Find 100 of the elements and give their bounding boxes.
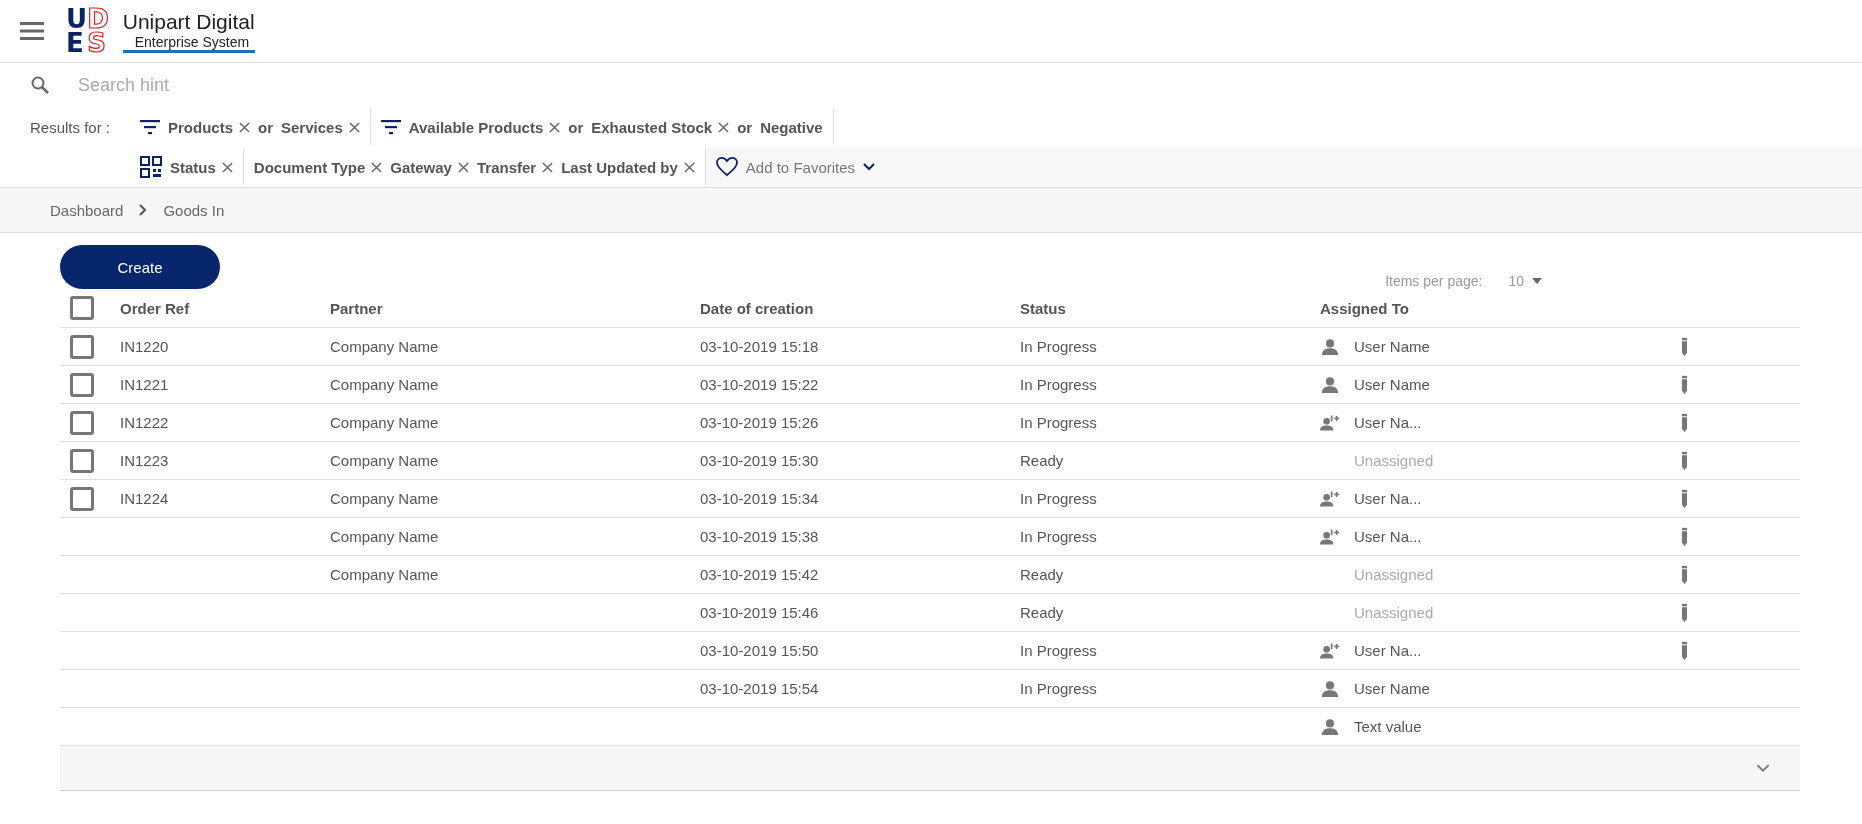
pencil-icon[interactable] xyxy=(1680,374,1689,395)
favorites-link[interactable]: Add to Favorites xyxy=(745,158,856,176)
status-cell: In Progress xyxy=(1020,528,1097,545)
logo-subtitle: Enterprise System xyxy=(122,33,255,53)
assignee-cell: User Na... xyxy=(1354,528,1422,545)
partner-cell: Company Name xyxy=(330,338,439,355)
assignee-cell: User Na... xyxy=(1354,642,1422,659)
status-cell: In Progress xyxy=(1020,338,1097,355)
or-joiner: or xyxy=(258,118,273,136)
status-cell: In Progress xyxy=(1020,680,1097,697)
assignee-cell: Unassigned xyxy=(1354,604,1434,621)
close-icon[interactable] xyxy=(718,121,730,133)
breadcrumb-link[interactable]: Goods In xyxy=(163,201,225,219)
pencil-icon[interactable] xyxy=(1680,640,1689,661)
row-checkbox[interactable] xyxy=(70,334,94,359)
create-button[interactable]: Create xyxy=(60,245,220,289)
assignee-cell: Unassigned xyxy=(1354,566,1434,583)
close-icon[interactable] xyxy=(221,161,233,173)
search-field[interactable]: Search hint xyxy=(76,73,200,97)
chevron-right-icon xyxy=(139,204,148,216)
logo-letter: E xyxy=(66,31,85,55)
date-cell: 03-10-2019 15:50 xyxy=(700,642,819,659)
order-ref-cell: IN1220 xyxy=(120,338,169,355)
logo-title: Unipart Digital xyxy=(122,9,255,34)
logo-letter: S xyxy=(87,31,106,55)
grid-icon xyxy=(140,156,162,178)
filter-chip-label: Services xyxy=(281,118,343,136)
date-cell: 03-10-2019 15:46 xyxy=(700,604,819,621)
logo-letter: D xyxy=(87,7,109,31)
select-all-checkbox[interactable] xyxy=(70,296,94,320)
partner-cell: Company Name xyxy=(330,376,439,393)
close-icon[interactable] xyxy=(348,121,360,133)
row-checkbox[interactable] xyxy=(70,372,94,397)
column-header[interactable]: Order Ref xyxy=(120,299,190,317)
person-plus-icon xyxy=(1320,489,1340,508)
filter-chip-label: Exhausted Stock xyxy=(591,118,713,136)
pencil-icon[interactable] xyxy=(1680,450,1689,471)
close-icon[interactable] xyxy=(542,161,554,173)
filter-chip-label: Last Updated by xyxy=(561,158,678,176)
pencil-icon[interactable] xyxy=(1680,336,1689,357)
person-plus-icon xyxy=(1320,527,1340,546)
row-checkbox[interactable] xyxy=(70,486,94,511)
column-header[interactable]: Partner xyxy=(330,299,383,317)
dropdown-arrow-icon[interactable] xyxy=(1532,278,1542,284)
filter-chip-label: Document Type xyxy=(253,158,366,176)
filter-icon xyxy=(380,119,401,135)
date-cell: 03-10-2019 15:42 xyxy=(700,566,819,583)
partner-cell: Company Name xyxy=(330,414,439,431)
close-icon[interactable] xyxy=(371,161,383,173)
heart-icon[interactable] xyxy=(715,157,738,177)
assignee-cell: Unassigned xyxy=(1354,452,1434,469)
order-ref-cell: IN1221 xyxy=(120,376,169,393)
chevron-down-icon[interactable] xyxy=(863,163,876,171)
filter-chip-label: Available Products xyxy=(408,118,544,136)
date-cell: 03-10-2019 15:54 xyxy=(700,680,819,697)
logo-letter: U xyxy=(66,7,88,31)
date-cell: 03-10-2019 15:18 xyxy=(700,338,819,355)
person-icon xyxy=(1320,717,1340,736)
order-ref-cell: IN1223 xyxy=(120,452,169,469)
filter-icon xyxy=(140,119,160,135)
filter-chip-label: Products xyxy=(168,118,233,136)
order-ref-cell: IN1222 xyxy=(120,414,169,431)
close-icon[interactable] xyxy=(683,161,695,173)
person-plus-icon xyxy=(1320,413,1340,432)
pencil-icon[interactable] xyxy=(1680,488,1689,509)
pencil-icon[interactable] xyxy=(1680,564,1689,585)
pencil-icon[interactable] xyxy=(1680,602,1689,623)
person-icon xyxy=(1320,679,1340,698)
date-cell: 03-10-2019 15:22 xyxy=(700,376,819,393)
status-cell: In Progress xyxy=(1020,414,1097,431)
column-header[interactable]: Status xyxy=(1020,299,1066,317)
filter-chip-label: Gateway xyxy=(390,158,452,176)
or-joiner: or xyxy=(737,118,753,136)
row-checkbox[interactable] xyxy=(70,448,94,473)
column-header[interactable]: Date of creation xyxy=(700,299,814,317)
status-cell: Ready xyxy=(1020,452,1064,469)
assignee-cell: Text value xyxy=(1354,718,1422,735)
date-cell: 03-10-2019 15:30 xyxy=(700,452,819,469)
pencil-icon[interactable] xyxy=(1680,526,1689,547)
status-cell: In Progress xyxy=(1020,376,1097,393)
partner-cell: Company Name xyxy=(330,490,439,507)
menu-icon[interactable] xyxy=(20,21,44,41)
assignee-cell: User Na... xyxy=(1354,490,1422,507)
person-icon xyxy=(1320,337,1340,356)
partner-cell: Company Name xyxy=(330,452,439,469)
filter-chip-label: Transfer xyxy=(476,158,537,176)
order-ref-cell: IN1224 xyxy=(120,490,169,507)
row-checkbox[interactable] xyxy=(70,410,94,435)
breadcrumb-link[interactable]: Dashboard xyxy=(50,201,124,219)
close-icon[interactable] xyxy=(549,121,561,133)
status-cell: Ready xyxy=(1020,604,1064,621)
close-icon[interactable] xyxy=(239,121,250,133)
assignee-cell: User Name xyxy=(1354,680,1430,697)
results-label: Results for : xyxy=(30,119,112,136)
date-cell: 03-10-2019 15:26 xyxy=(700,414,819,431)
column-header[interactable]: Assigned To xyxy=(1320,299,1409,317)
partner-cell: Company Name xyxy=(330,566,439,583)
close-icon[interactable] xyxy=(457,161,469,173)
pencil-icon[interactable] xyxy=(1680,412,1689,433)
partner-cell: Company Name xyxy=(330,528,439,545)
